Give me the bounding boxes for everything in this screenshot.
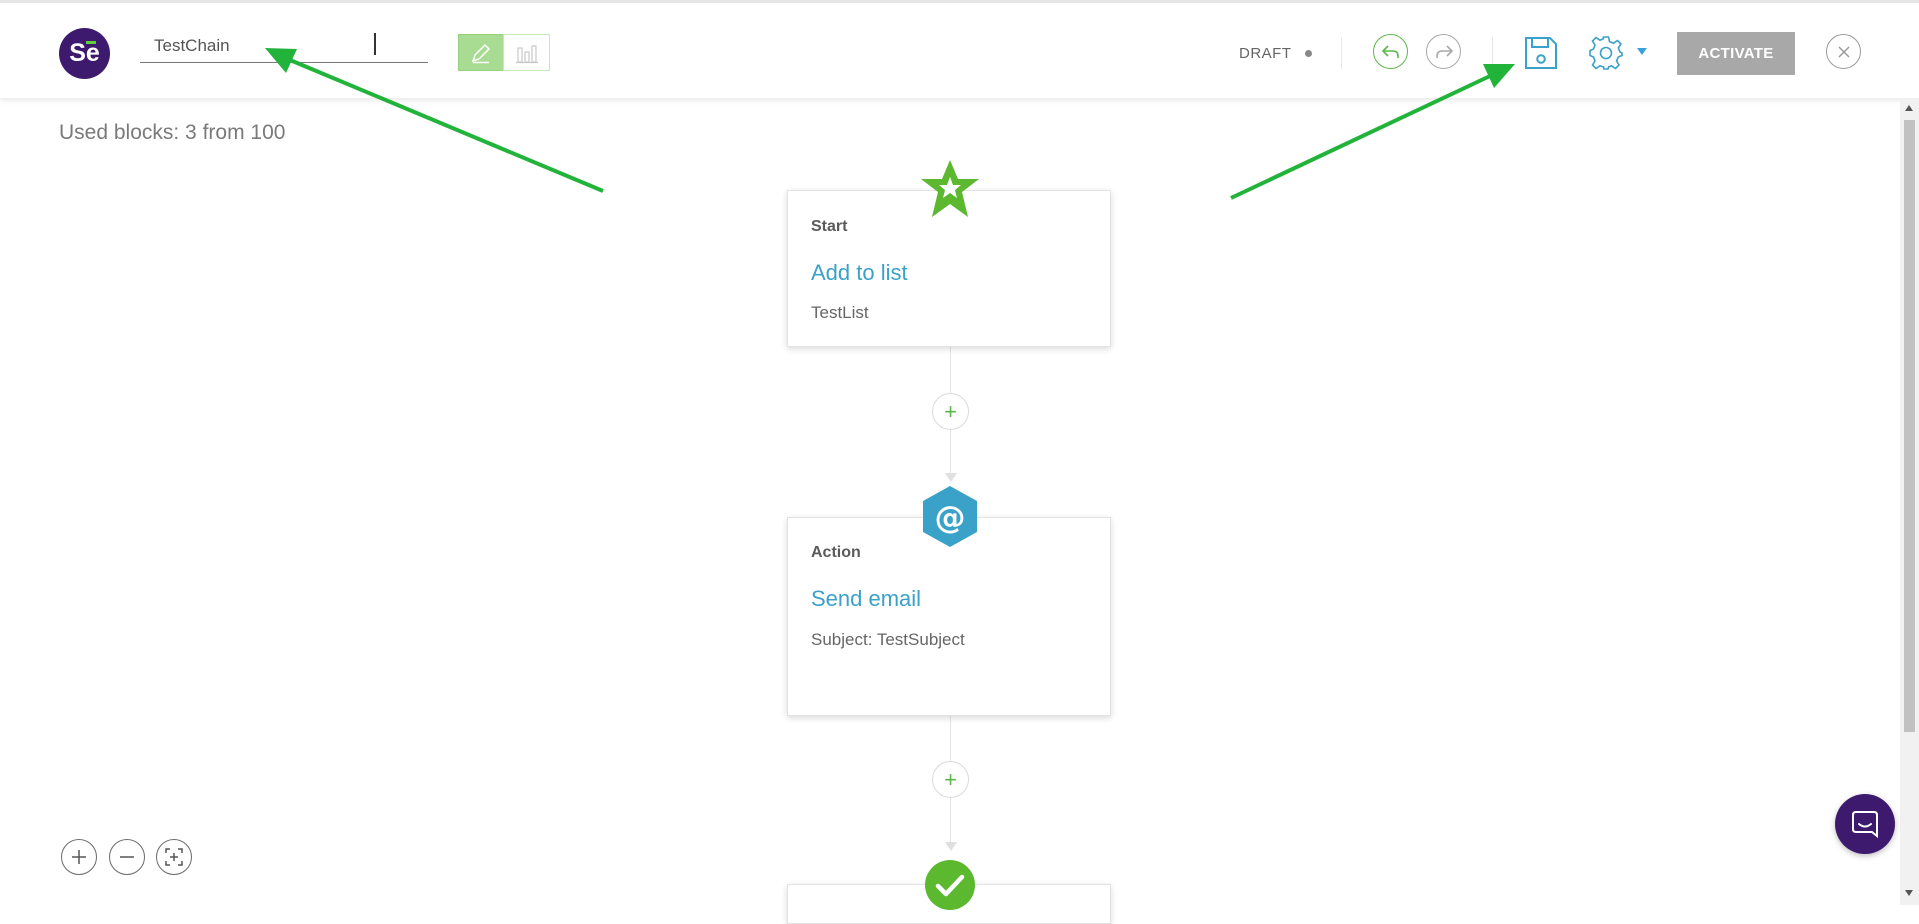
minus-icon (120, 856, 134, 858)
chevron-down-icon[interactable] (1637, 48, 1647, 55)
statistics-mode-button[interactable] (503, 34, 550, 71)
add-step-button[interactable]: + (932, 761, 969, 798)
activate-button[interactable]: ACTIVATE (1677, 32, 1795, 75)
chain-name-input[interactable] (140, 29, 428, 62)
undo-button[interactable] (1373, 34, 1408, 69)
checkmark-icon (925, 860, 975, 910)
top-bar: Se DRAFT (0, 0, 1919, 98)
scroll-down-arrow-icon[interactable] (1905, 890, 1913, 896)
chain-name-field-wrapper (140, 29, 428, 63)
logo-macron (86, 41, 96, 44)
status-label: DRAFT (1239, 45, 1292, 62)
divider (1492, 37, 1493, 69)
block-type: Start (811, 218, 848, 235)
scrollbar-thumb[interactable] (1904, 120, 1915, 732)
fit-to-screen-button[interactable] (156, 839, 192, 875)
gear-icon (1589, 36, 1623, 70)
redo-icon (1435, 44, 1453, 58)
close-button[interactable] (1826, 34, 1861, 69)
at-sign-icon: @ (923, 486, 977, 547)
close-icon (1837, 45, 1850, 58)
block-detail: TestList (811, 303, 869, 322)
block-type: Action (811, 544, 861, 561)
add-step-button[interactable]: + (932, 393, 969, 430)
scroll-up-arrow-icon[interactable] (1905, 105, 1913, 111)
text-caret (374, 33, 376, 55)
vertical-scrollbar[interactable] (1900, 98, 1919, 905)
block-title[interactable]: Add to list (811, 260, 908, 286)
settings-button[interactable] (1588, 35, 1624, 76)
used-blocks-counter: Used blocks: 3 from 100 (59, 121, 286, 144)
divider (1341, 37, 1342, 69)
floppy-disk-icon (1525, 37, 1557, 69)
plus-icon (72, 850, 86, 864)
svg-text:@: @ (935, 500, 966, 536)
bar-chart-icon (515, 44, 538, 63)
star-icon (921, 160, 979, 217)
connector-arrowhead (945, 473, 957, 482)
status-dot (1305, 50, 1312, 57)
fit-screen-icon (165, 848, 183, 866)
undo-icon (1381, 44, 1399, 58)
connector-arrowhead (945, 842, 957, 851)
block-detail: Subject: TestSubject (811, 630, 965, 649)
save-button[interactable] (1524, 36, 1558, 75)
zoom-out-button[interactable] (109, 839, 145, 875)
chat-bubble-icon (1852, 811, 1878, 838)
redo-button[interactable] (1426, 34, 1461, 69)
block-title[interactable]: Send email (811, 586, 921, 612)
edit-mode-button[interactable] (458, 34, 504, 71)
pencil-icon (471, 43, 491, 63)
zoom-in-button[interactable] (61, 839, 97, 875)
chat-launcher-button[interactable] (1835, 794, 1895, 854)
app-logo[interactable]: Se (59, 28, 110, 79)
